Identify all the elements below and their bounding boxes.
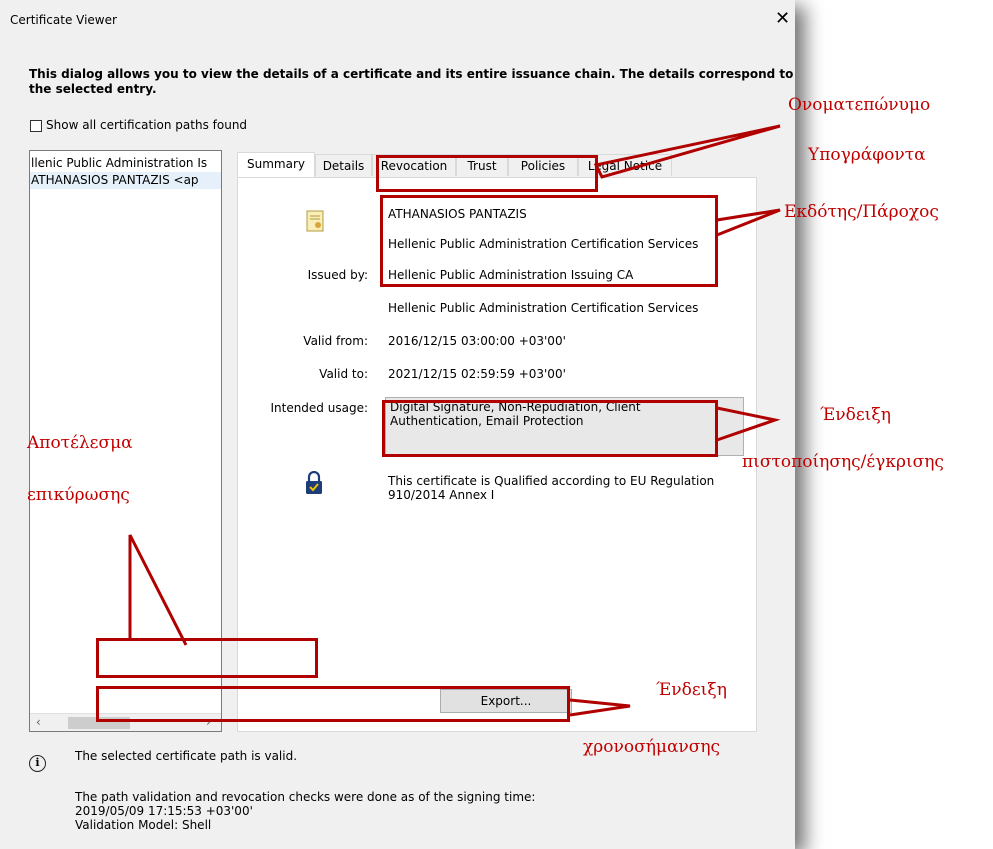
annotation-timestamp-line-2: χρονοσήμανσης <box>583 737 721 757</box>
annotation-box-tabs <box>376 155 598 192</box>
annotation-issuer: Εκδότης/Πάροχος <box>784 202 939 222</box>
annotation-result-line-2: επικύρωσης <box>27 485 130 505</box>
annotation-signer-line-1: Ονοματεπώνυμο <box>788 95 931 115</box>
annotation-box-usage <box>382 400 718 457</box>
annotation-timestamp-line-1: Ένδειξη <box>656 680 727 700</box>
annotation-cert-line-2: πιστοποίησης/έγκρισης <box>742 452 944 472</box>
annotation-box-signer-issuer <box>380 195 718 287</box>
annotation-signer-line-2: Υπογράφοντα <box>808 145 926 165</box>
annotation-cert-line-1: Ένδειξη <box>820 405 891 425</box>
annotation-result-line-1: Αποτέλεσμα <box>27 433 133 453</box>
annotation-box-validation-result <box>96 638 318 678</box>
annotation-box-timestamp <box>96 686 570 722</box>
